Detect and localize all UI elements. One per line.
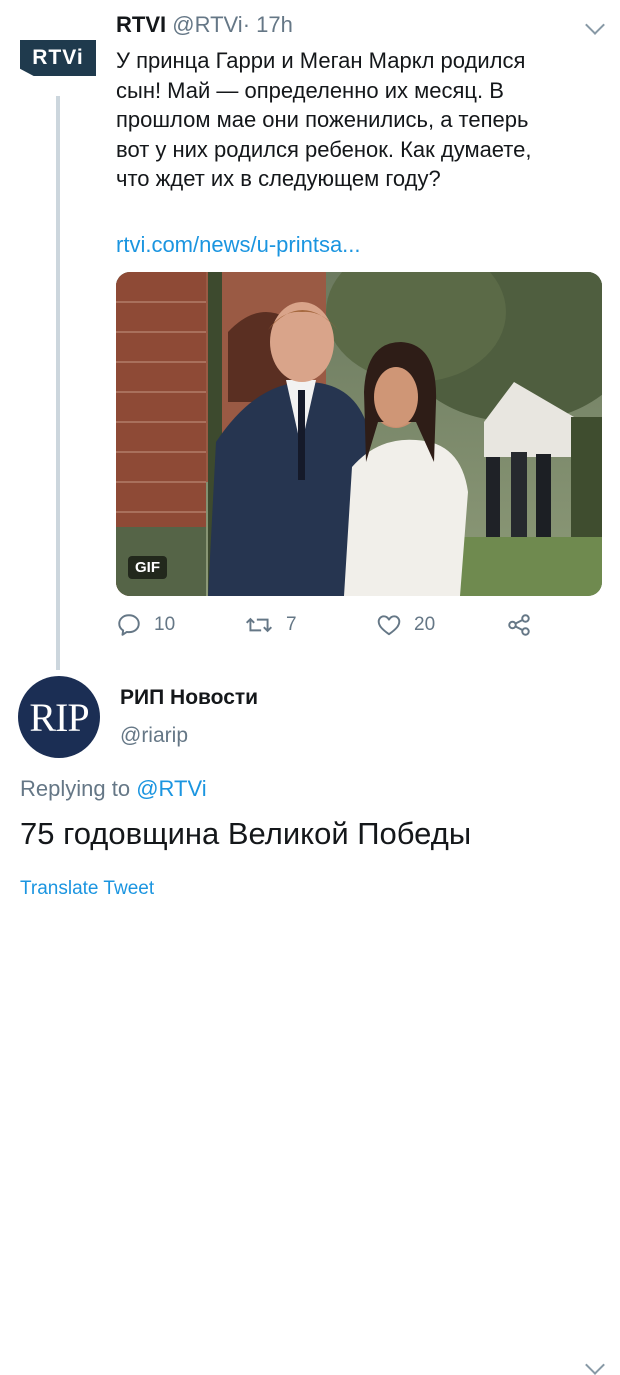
translate-tweet-link[interactable]: Translate Tweet <box>20 878 154 900</box>
tweet-media-gif[interactable]: GIF <box>116 272 602 596</box>
reply-icon <box>118 614 140 636</box>
tweet-header: RTVI @RTVi· 17h <box>116 12 293 38</box>
like-button[interactable]: 20 <box>376 612 435 638</box>
replying-mention[interactable]: @RTVi <box>136 776 206 801</box>
chevron-down-icon[interactable] <box>585 1355 605 1375</box>
reply-count: 10 <box>154 614 176 635</box>
header-separator: · <box>242 12 251 37</box>
reply-text: 75 годовщина Великой Победы <box>20 816 472 851</box>
tweet-text-line: сын! Май — определенно их месяц. В <box>116 77 504 103</box>
media-photo <box>116 272 602 596</box>
tweet-text: У принца Гарри и Меган Маркл родился сын… <box>116 46 596 194</box>
retweet-icon <box>245 617 273 633</box>
like-count: 20 <box>414 614 436 635</box>
tweet-text-line: вот у них родился ребенок. Как думаете, <box>116 136 532 162</box>
chevron-down-icon[interactable] <box>585 15 605 35</box>
retweet-count: 7 <box>286 614 297 635</box>
reply-tweet[interactable]: RIP РИП Новости @riarip Replying to @RTV… <box>0 670 620 1375</box>
reply-button[interactable]: 10 <box>116 612 175 638</box>
gif-badge: GIF <box>128 556 167 579</box>
tweet-link[interactable]: rtvi.com/news/u-printsa... <box>116 232 361 258</box>
avatar-rtvi[interactable]: RTVi <box>20 40 96 76</box>
share-icon <box>508 614 530 636</box>
thread-line <box>56 96 60 670</box>
replying-to: Replying to @RTVi <box>20 776 207 802</box>
author-handle[interactable]: @RTVi <box>172 12 242 37</box>
tweet-actions: 10 7 20 <box>116 612 602 644</box>
avatar-rip[interactable]: RIP <box>18 676 100 758</box>
like-icon <box>377 615 401 636</box>
share-button[interactable] <box>506 612 532 638</box>
tweet-text-line: У принца Гарри и Меган Маркл родился <box>116 48 526 73</box>
replying-prefix: Replying to <box>20 776 137 801</box>
author-name[interactable]: RTVI <box>116 12 166 37</box>
tweet-text-line: прошлом мае они поженились, а теперь <box>116 107 529 132</box>
retweet-button[interactable]: 7 <box>244 612 297 638</box>
tweet-rtvi[interactable]: RTVi RTVI @RTVi· 17h У принца Гарри и Ме… <box>0 0 620 670</box>
tweet-time[interactable]: 17h <box>256 12 293 37</box>
tweet-text-line: что ждет их в следующем году? <box>116 166 441 191</box>
reply-author-handle[interactable]: @riarip <box>120 724 188 748</box>
reply-author-name[interactable]: РИП Новости <box>120 686 258 710</box>
